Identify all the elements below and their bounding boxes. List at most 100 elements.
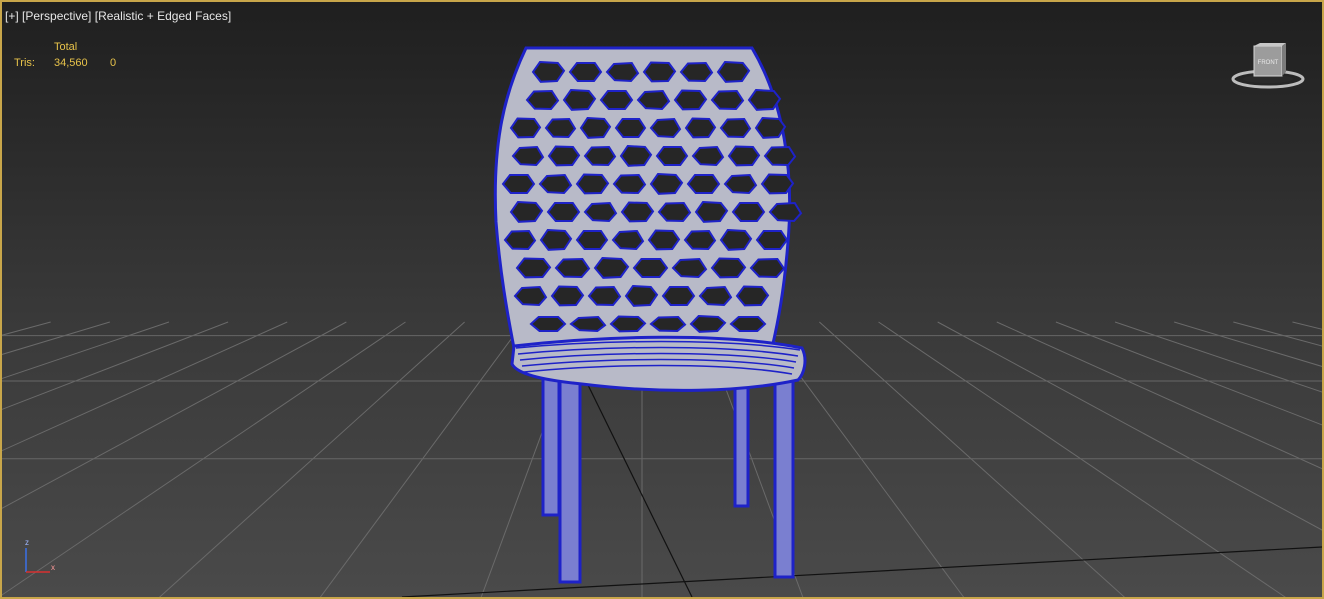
backrest-cell [727,145,761,167]
grid-line [2,321,288,452]
backrest-cell [513,285,548,307]
backrest-cell [679,61,714,83]
backrest-cell [575,230,609,250]
backrest-cell [593,256,630,279]
grid-line [1114,321,1322,393]
chair-leg-front-right[interactable] [773,370,795,579]
scene-canvas[interactable]: z x [2,2,1322,597]
backrest-cell [647,229,681,251]
grid-line [2,321,229,410]
backrest-cell [515,257,552,279]
backrest-cell [611,229,645,251]
grid-line [2,321,347,509]
backrest-cell [710,257,747,279]
backrest-cell [689,314,727,333]
backrest-cell [612,173,647,195]
chair-leg-back-right[interactable] [733,384,750,508]
grid-line [2,321,406,596]
backrest-cell [579,116,612,139]
backrest-cell [587,285,622,307]
backrest-cell [649,172,684,195]
backrest-cell [661,286,696,306]
backrest-cell [749,257,786,279]
backrest-cell [673,89,708,111]
backrest-cell [684,117,717,139]
backrest-cell [609,315,647,333]
backrest-cell [503,229,537,251]
backrest-cell [547,145,581,167]
grid-line [319,321,525,597]
backrest-cell [694,200,729,223]
backrest-cell [683,229,717,251]
backrest-cell [729,316,767,332]
backrest-cell [509,117,542,139]
backrest-cell [501,174,536,194]
backrest-cell [671,257,708,279]
backrest-cell [649,315,687,333]
statistics-overlay: Total Tris: 34,560 0 [14,39,130,71]
backrest-cell [583,145,617,167]
backrest-cell [686,174,721,194]
grid-line [1292,321,1322,330]
viewport-plus-menu[interactable]: [+] [5,9,19,23]
backrest-cell [575,173,610,195]
backrest-cell [569,315,607,333]
grid-line [2,321,110,355]
grid-line [2,321,170,379]
axis-x-label: x [51,563,55,572]
backrest-cell [531,60,566,83]
backrest-cell [554,257,591,279]
backrest-cell [691,145,725,167]
backrest-cell [760,173,795,195]
backrest-cell [657,201,692,223]
backrest-cell [568,62,603,82]
backrest-cell [649,117,682,139]
stats-tris-label: Tris: [14,57,35,69]
backrest-cell [562,88,597,111]
backrest-cell [723,173,758,195]
backrest-cell [614,118,647,138]
viewcube-front-label: FRONT [1258,60,1279,66]
chair-model[interactable] [493,46,807,584]
backrest-cell [550,285,585,307]
backrest-cell [525,89,560,111]
perspective-viewport[interactable]: z x [+] [Perspective] [Realistic + Edged… [0,0,1324,599]
grid-line [401,546,1322,597]
grid-line [1233,321,1322,347]
backrest-cell [698,285,733,307]
backrest-cell [538,173,573,195]
backrest-cell [599,90,634,110]
grid-line [1055,321,1322,426]
stats-tris-selected: 0 [110,57,117,69]
stats-tris-total: 34,560 [54,57,88,69]
backrest-cell [624,284,659,307]
chair-leg-back-left[interactable] [541,370,561,517]
chair-leg-front-left[interactable] [558,372,582,584]
axis-tripod: z x [25,538,55,573]
backrest-cell [719,117,752,139]
backrest-cell [655,146,689,166]
backrest-cell [619,144,653,167]
backrest-cell [763,145,797,167]
backrest-cell [754,116,787,139]
viewport-view-menu[interactable]: [Perspective] [22,9,91,23]
axis-z-label: z [25,538,29,547]
backrest-cell [642,61,677,83]
backrest-cell [544,117,577,139]
grid-line [878,321,1286,597]
backrest-cell [529,316,567,332]
backrest-cell [539,228,573,251]
backrest-cell [768,201,803,223]
backrest-cell [546,202,581,222]
backrest-cell [731,202,766,222]
backrest-cell [636,89,671,111]
viewport-label: [+] [Perspective] [Realistic + Edged Fac… [5,9,231,23]
backrest-cell [583,201,618,223]
backrest-cell [632,258,669,278]
backrest-cell [509,200,544,223]
backrest-cell [511,145,545,167]
viewport-shading-menu[interactable]: [Realistic + Edged Faces] [95,9,231,23]
grid-line [819,321,1126,597]
stats-total-header: Total [54,41,78,53]
viewcube[interactable]: FRONT [1230,42,1308,90]
